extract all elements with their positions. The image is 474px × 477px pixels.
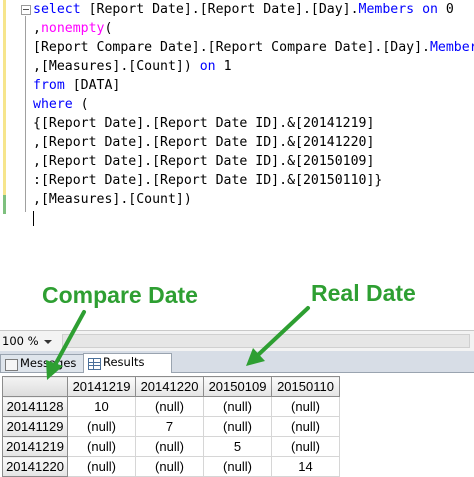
- function-token: nonempty: [40, 21, 105, 36]
- keyword-token: where: [33, 97, 73, 112]
- tab-messages-label: Messages: [20, 356, 77, 370]
- results-pane: 20141219 20141220 20150109 20150110 2014…: [0, 373, 474, 477]
- code-token: (: [72, 97, 89, 112]
- code-line[interactable]: ,[Measures].[Count]): [33, 190, 474, 209]
- code-line[interactable]: ,nonempty(: [33, 19, 474, 38]
- zoom-dropdown-icon[interactable]: [44, 340, 52, 344]
- grid-cell[interactable]: (null): [271, 436, 340, 457]
- code-token: :[Report Date].[Report Date ID].&[201501…: [33, 173, 383, 188]
- keyword-token: Members: [358, 2, 415, 17]
- grid-cell[interactable]: 10: [67, 396, 136, 417]
- code-token: 1: [215, 59, 232, 74]
- editor-status-bar: 100 %: [0, 330, 474, 351]
- table-row: 20141128 10 (null) (null) (null): [2, 396, 340, 417]
- row-header[interactable]: 20141128: [2, 396, 68, 417]
- outline-line: [25, 16, 26, 212]
- code-line[interactable]: ,[Report Date].[Report Date ID].&[201412…: [33, 133, 474, 152]
- column-header[interactable]: 20150110: [271, 376, 340, 397]
- code-token: ,[Measures].[Count]): [33, 192, 192, 207]
- row-header[interactable]: 20141219: [2, 436, 68, 457]
- code-line[interactable]: from [DATA]: [33, 76, 474, 95]
- column-header[interactable]: 20141219: [67, 376, 136, 397]
- grid-corner-header[interactable]: [2, 376, 68, 397]
- compare-date-annotation: Compare Date: [42, 282, 198, 308]
- code-line[interactable]: ,[Measures].[Count]) on 1: [33, 57, 474, 76]
- results-grid: 20141219 20141220 20150109 20150110 2014…: [2, 376, 340, 477]
- grid-icon: [88, 358, 101, 370]
- tab-messages[interactable]: Messages: [0, 354, 84, 372]
- keyword-token: on: [199, 59, 216, 74]
- table-row: 20141219 (null) (null) 5 (null): [2, 436, 340, 457]
- keyword-token: Members: [429, 40, 474, 55]
- code-line[interactable]: where (: [33, 95, 474, 114]
- code-line[interactable]: [33, 209, 474, 228]
- column-header[interactable]: 20150109: [203, 376, 272, 397]
- column-header[interactable]: 20141220: [135, 376, 204, 397]
- grid-cell[interactable]: (null): [135, 436, 204, 457]
- change-tracking-margin: [0, 0, 6, 255]
- code-token: [Report Compare Date].[Report Compare Da…: [33, 40, 430, 55]
- code-token: (: [104, 21, 113, 36]
- collapse-toggle-icon[interactable]: [21, 5, 31, 15]
- code-token: ,[Report Date].[Report Date ID].&[201412…: [33, 135, 375, 150]
- code-token: 0: [437, 2, 454, 17]
- grid-cell[interactable]: (null): [67, 416, 136, 437]
- code-line[interactable]: {[Report Date].[Report Date ID].&[201412…: [33, 114, 474, 133]
- tab-results-label: Results: [103, 355, 145, 369]
- tab-results[interactable]: Results: [83, 353, 172, 373]
- keyword-token: from: [33, 78, 65, 93]
- grid-cell[interactable]: (null): [203, 416, 272, 437]
- code-token: ,: [33, 21, 41, 36]
- text-caret: [33, 210, 34, 226]
- keyword-token: select: [33, 2, 89, 17]
- grid-cell[interactable]: (null): [271, 416, 340, 437]
- code-token: {[Report Date].[Report Date ID].&[201412…: [33, 116, 375, 131]
- real-date-annotation: Real Date: [311, 280, 416, 306]
- results-tab-strip: Messages Results: [0, 351, 474, 373]
- code-token: ,[Measures].[Count]): [33, 59, 200, 74]
- grid-cell[interactable]: 7: [135, 416, 204, 437]
- code-token: [Report Date].[Report Date].[Day].: [88, 2, 359, 17]
- horizontal-scrollbar[interactable]: [62, 334, 470, 348]
- keyword-token: on: [422, 2, 438, 17]
- code-line[interactable]: ,[Report Date].[Report Date ID].&[201501…: [33, 152, 474, 171]
- row-header[interactable]: 20141129: [2, 416, 68, 437]
- grid-cell[interactable]: (null): [67, 436, 136, 457]
- zoom-level[interactable]: 100 %: [2, 334, 39, 348]
- code-line[interactable]: :[Report Date].[Report Date ID].&[201501…: [33, 171, 474, 190]
- code-token: ,[Report Date].[Report Date ID].&[201501…: [33, 154, 375, 169]
- code-line[interactable]: select [Report Date].[Report Date].[Day]…: [33, 0, 474, 19]
- grid-cell[interactable]: (null): [271, 396, 340, 417]
- table-row: 20141129 (null) 7 (null) (null): [2, 416, 340, 437]
- code-line[interactable]: [Report Compare Date].[Report Compare Da…: [33, 38, 474, 57]
- query-text[interactable]: select [Report Date].[Report Date].[Day]…: [33, 0, 474, 228]
- grid-cell[interactable]: 5: [203, 436, 272, 457]
- code-token: [DATA]: [64, 78, 121, 93]
- grid-cell[interactable]: (null): [203, 396, 272, 417]
- grid-cell[interactable]: (null): [135, 396, 204, 417]
- messages-icon: [5, 359, 18, 371]
